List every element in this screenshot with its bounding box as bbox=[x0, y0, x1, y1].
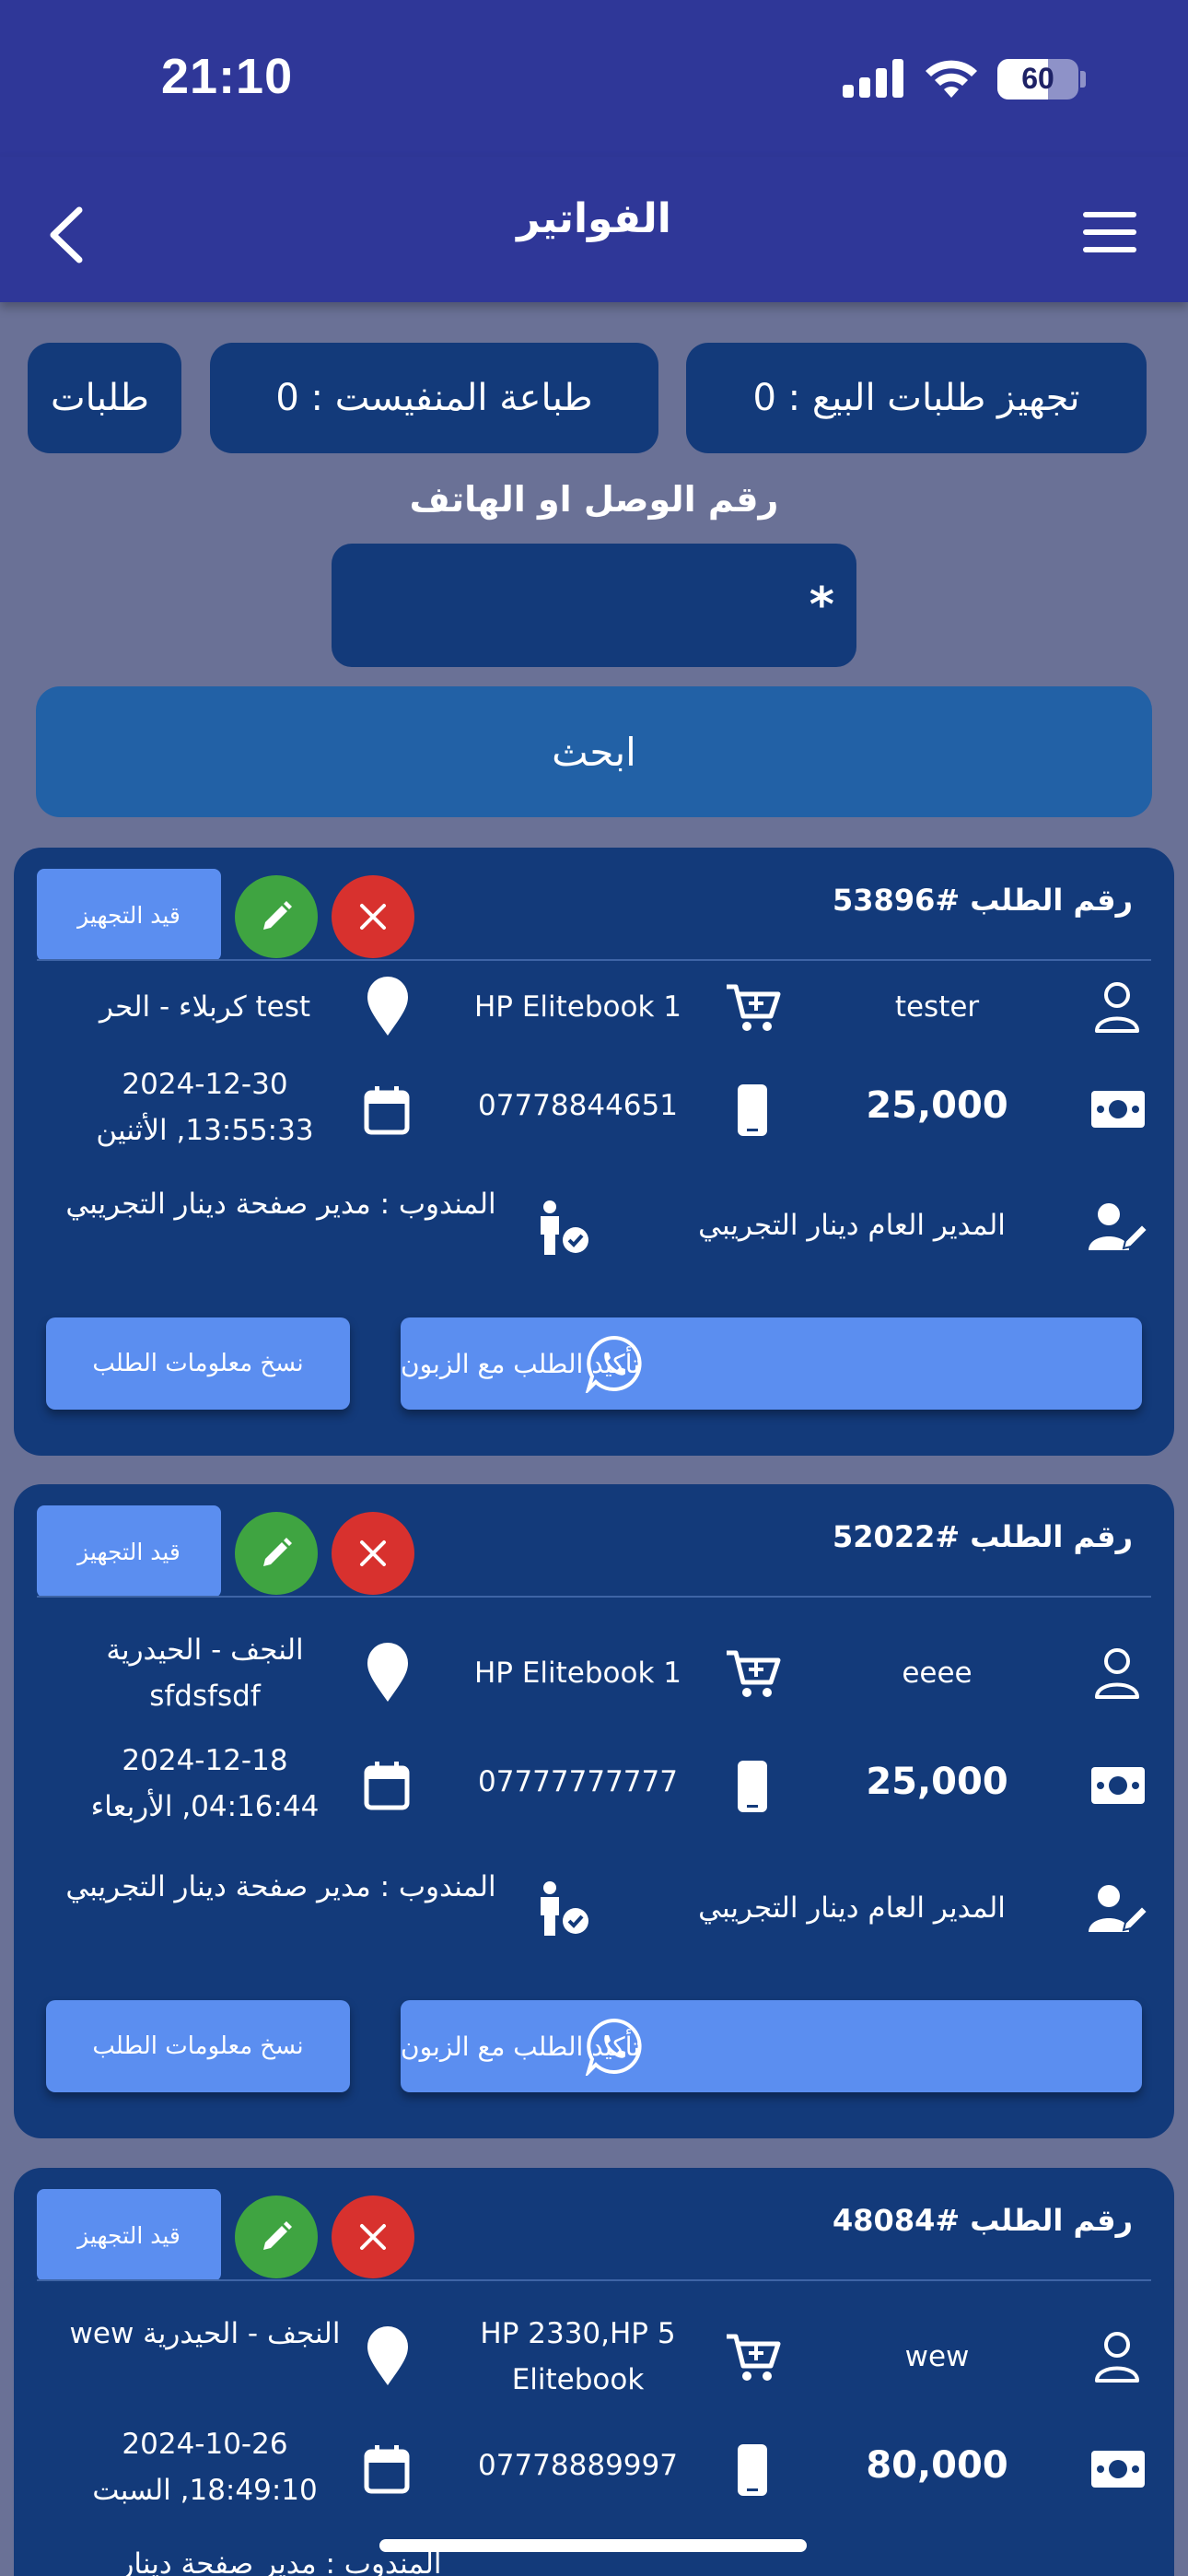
location-pin-icon bbox=[367, 1643, 408, 1702]
close-icon bbox=[360, 1540, 386, 1566]
close-icon bbox=[360, 904, 386, 930]
filter-chips: تجهيز طلبات البيع : 0 طباعة المنفيست : 0… bbox=[0, 343, 1188, 453]
hamburger-menu-icon[interactable] bbox=[1083, 212, 1136, 252]
order-card: رقم الطلب #48084 قيد التجهيز wew 5 HP 23… bbox=[14, 2168, 1174, 2576]
mobile-phone-icon bbox=[738, 1761, 767, 1812]
chip-print-manifest[interactable]: طباعة المنفيست : 0 bbox=[210, 343, 658, 453]
order-card: رقم الطلب #53896 قيد التجهيز tester 1 HP… bbox=[14, 848, 1174, 1456]
order-date: 2024-12-30 13:55:33, الأثنين bbox=[96, 1068, 314, 1147]
close-icon bbox=[360, 2224, 386, 2250]
product-name: 5 HP 2330,HP Elitebook bbox=[480, 2317, 676, 2396]
confirm-whatsapp-button[interactable]: تأكيد الطلب مع الزبون bbox=[401, 1317, 1142, 1410]
location-pin-icon bbox=[367, 977, 408, 1036]
order-date: 2024-12-18 04:16:44, الأربعاء bbox=[90, 1744, 320, 1823]
divider bbox=[37, 1596, 1151, 1598]
chip-requests-label: طلبات bbox=[51, 377, 149, 419]
search-button[interactable]: ابحث bbox=[36, 686, 1152, 817]
customer-phone: 07778889997 bbox=[478, 2449, 678, 2482]
cash-icon bbox=[1091, 1767, 1145, 1804]
chip-requests[interactable]: طلبات bbox=[28, 343, 181, 453]
whatsapp-icon bbox=[585, 1335, 642, 1393]
wifi-icon bbox=[926, 60, 977, 98]
confirm-label: تأكيد الطلب مع الزبون bbox=[401, 2031, 641, 2062]
search-input[interactable] bbox=[332, 544, 856, 667]
edit-button[interactable] bbox=[235, 875, 318, 958]
created-by: المدير العام دينار التجريبي bbox=[698, 1891, 1006, 1925]
edit-button[interactable] bbox=[235, 1512, 318, 1595]
delegate-name: المندوب : مدير صفحة دينار التجريبي bbox=[65, 1188, 496, 1221]
delivery-location: النجف - الحيدرية wew bbox=[69, 2317, 341, 2350]
delivery-person-check-icon bbox=[541, 1881, 588, 1936]
home-indicator[interactable] bbox=[379, 2539, 807, 2552]
delivery-location: النجف - الحيدرية sfdsfsdf bbox=[106, 1633, 304, 1713]
order-amount: 80,000 bbox=[866, 2444, 1008, 2487]
confirm-label: تأكيد الطلب مع الزبون bbox=[401, 1348, 641, 1379]
order-number: رقم الطلب #52022 bbox=[833, 1519, 1133, 1554]
cash-icon bbox=[1091, 1091, 1145, 1128]
order-date: 2024-10-26 18:49:10, السبت bbox=[92, 2428, 318, 2507]
user-icon bbox=[1095, 2332, 1139, 2383]
pencil-icon bbox=[263, 2221, 292, 2250]
divider bbox=[37, 959, 1151, 961]
calendar-icon bbox=[364, 2445, 410, 2494]
cart-add-icon bbox=[727, 1650, 781, 1697]
delete-button[interactable] bbox=[332, 875, 414, 958]
edit-button[interactable] bbox=[235, 2195, 318, 2278]
chip-prepare-sales[interactable]: تجهيز طلبات البيع : 0 bbox=[686, 343, 1147, 453]
status-badge[interactable]: قيد التجهيز bbox=[37, 1505, 221, 1598]
user-edit-icon bbox=[1089, 1885, 1149, 1932]
delete-button[interactable] bbox=[332, 2195, 414, 2278]
delivery-person-check-icon bbox=[541, 1200, 588, 1255]
divider bbox=[37, 2279, 1151, 2281]
customer-name: eeee bbox=[902, 1657, 973, 1690]
product-name: 1 HP Elitebook bbox=[473, 1657, 682, 1690]
status-badge[interactable]: قيد التجهيز bbox=[37, 869, 221, 961]
created-by: المدير العام دينار التجريبي bbox=[698, 1209, 1006, 1242]
confirm-whatsapp-button[interactable]: تأكيد الطلب مع الزبون bbox=[401, 2000, 1142, 2092]
user-icon bbox=[1095, 982, 1139, 1033]
calendar-icon bbox=[364, 1086, 410, 1135]
order-card: رقم الطلب #52022 قيد التجهيز eeee 1 HP E… bbox=[14, 1484, 1174, 2138]
navigation-bar: الفواتير bbox=[0, 157, 1188, 302]
copy-order-info-button[interactable]: نسخ معلومات الطلب bbox=[46, 1317, 350, 1410]
calendar-icon bbox=[364, 1762, 410, 1810]
customer-phone: 07778844651 bbox=[478, 1089, 678, 1122]
mobile-phone-icon bbox=[738, 1084, 767, 1136]
customer-name: wew bbox=[904, 2340, 970, 2373]
cash-icon bbox=[1091, 2451, 1145, 2488]
status-badge[interactable]: قيد التجهيز bbox=[37, 2189, 221, 2281]
customer-phone: 07777777777 bbox=[478, 1765, 678, 1798]
battery-level: 60 bbox=[1021, 62, 1054, 95]
cellular-signal-icon bbox=[843, 57, 903, 98]
pencil-icon bbox=[263, 1538, 292, 1566]
cart-add-icon bbox=[727, 984, 781, 1031]
search-label: رقم الوصل او الهاتف bbox=[409, 479, 779, 520]
status-time: 21:10 bbox=[161, 49, 294, 104]
user-icon bbox=[1095, 1648, 1139, 1699]
order-amount: 25,000 bbox=[866, 1084, 1008, 1127]
product-name: 1 HP Elitebook bbox=[473, 990, 682, 1024]
pencil-icon bbox=[263, 901, 292, 930]
customer-name: tester bbox=[894, 990, 980, 1024]
location-pin-icon bbox=[367, 2326, 408, 2385]
delete-button[interactable] bbox=[332, 1512, 414, 1595]
delivery-location: test كربلاء - الحر bbox=[99, 990, 311, 1024]
page-title: الفواتير bbox=[517, 195, 671, 242]
delegate-name: المندوب : مدير صفحة دينار التجريبي bbox=[65, 1870, 496, 1903]
mobile-phone-icon bbox=[738, 2444, 767, 2496]
order-number: رقم الطلب #53896 bbox=[833, 883, 1133, 918]
battery-icon: 60 bbox=[997, 59, 1078, 100]
battery-tip bbox=[1080, 71, 1086, 88]
order-amount: 25,000 bbox=[866, 1761, 1008, 1803]
whatsapp-icon bbox=[585, 2018, 642, 2076]
cart-add-icon bbox=[727, 2334, 781, 2381]
copy-order-info-button[interactable]: نسخ معلومات الطلب bbox=[46, 2000, 350, 2092]
status-bar: 21:10 60 bbox=[0, 0, 1188, 157]
order-number: رقم الطلب #48084 bbox=[833, 2203, 1133, 2238]
user-edit-icon bbox=[1089, 1203, 1149, 1250]
